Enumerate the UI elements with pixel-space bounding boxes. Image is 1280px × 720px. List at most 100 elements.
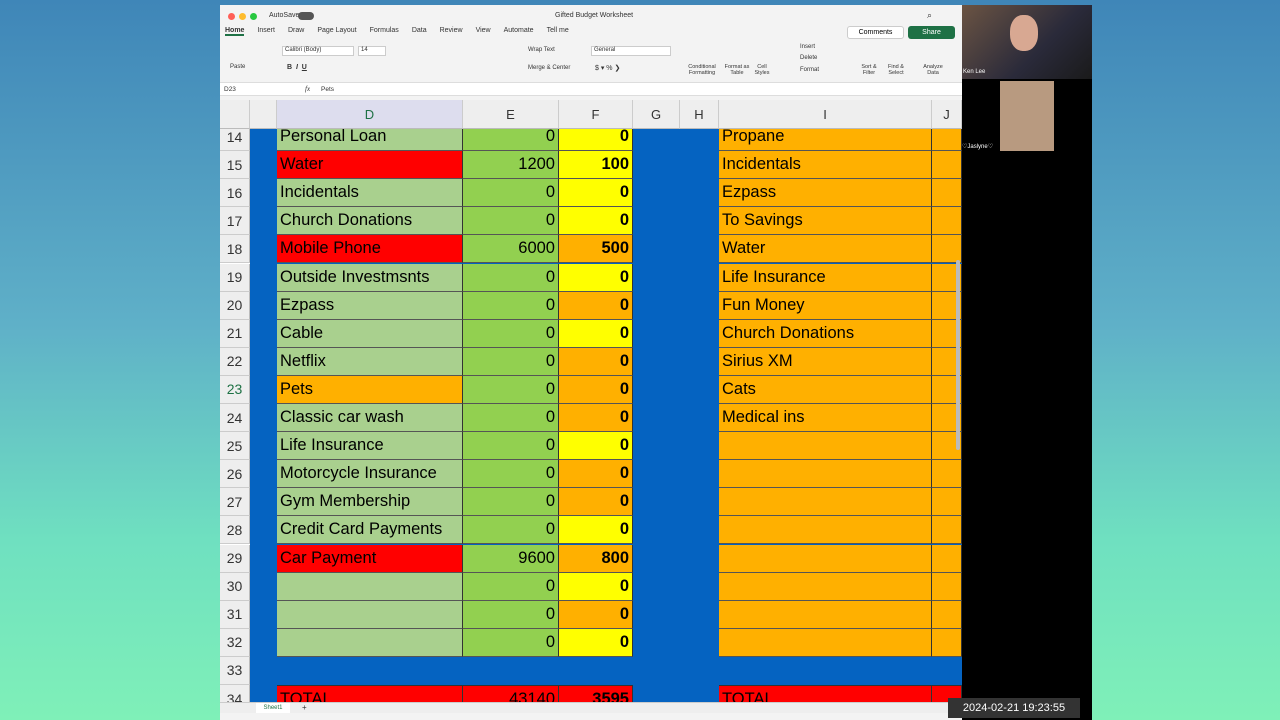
row-header[interactable]: 27 <box>220 488 250 517</box>
category-cell[interactable]: Ezpass <box>719 179 932 208</box>
annual-amount-cell[interactable]: 0 <box>463 319 559 348</box>
annual-amount-cell[interactable]: 0 <box>463 207 559 236</box>
column-header-c[interactable] <box>250 100 277 129</box>
formula-input[interactable]: Pets <box>321 86 334 93</box>
category-cell[interactable] <box>719 572 932 601</box>
category-cell[interactable]: Medical ins <box>719 404 932 433</box>
format-cells-button[interactable]: Format <box>800 67 819 73</box>
monthly-amount-cell[interactable]: 0 <box>559 600 633 629</box>
monthly-amount-cell[interactable]: 0 <box>559 516 633 545</box>
annual-amount-cell[interactable]: 0 <box>463 516 559 545</box>
merge-center-button[interactable]: Merge & Center <box>528 65 570 71</box>
row-header[interactable]: 30 <box>220 572 250 601</box>
font-name-select[interactable]: Calibri (Body) <box>282 46 354 56</box>
expense-name-cell[interactable]: Church Donations <box>277 207 463 236</box>
wrap-text-button[interactable]: Wrap Text <box>528 47 555 53</box>
monthly-amount-cell[interactable]: 0 <box>559 291 633 320</box>
row-header[interactable]: 31 <box>220 600 250 629</box>
tab-automate[interactable]: Automate <box>504 27 534 36</box>
annual-amount-cell[interactable]: 0 <box>463 488 559 517</box>
annual-amount-cell[interactable]: 1200 <box>463 151 559 180</box>
category-cell[interactable] <box>719 432 932 461</box>
row-header[interactable]: 29 <box>220 544 250 573</box>
tab-view[interactable]: View <box>476 27 491 36</box>
expense-name-cell[interactable]: Water <box>277 151 463 180</box>
select-all-corner[interactable] <box>220 100 250 129</box>
row-header[interactable]: 25 <box>220 432 250 461</box>
expense-name-cell[interactable] <box>277 600 463 629</box>
row-header[interactable]: 24 <box>220 404 250 433</box>
total-annual-cell[interactable]: 43140 <box>463 685 559 702</box>
expense-name-cell[interactable]: Cable <box>277 319 463 348</box>
monthly-amount-cell[interactable]: 0 <box>559 572 633 601</box>
category-cell[interactable] <box>719 628 932 657</box>
tab-formulas[interactable]: Formulas <box>370 27 399 36</box>
annual-amount-cell[interactable]: 6000 <box>463 235 559 264</box>
cell-styles-button[interactable]: Cell Styles <box>752 64 772 76</box>
category-cell[interactable] <box>719 516 932 545</box>
expense-name-cell[interactable]: Incidentals <box>277 179 463 208</box>
monthly-amount-cell[interactable]: 800 <box>559 544 633 573</box>
expense-name-cell[interactable]: Netflix <box>277 347 463 376</box>
monthly-amount-cell[interactable]: 0 <box>559 628 633 657</box>
delete-cells-button[interactable]: Delete <box>800 55 817 61</box>
category-cell[interactable]: Water <box>719 235 932 264</box>
column-header-i[interactable]: I <box>719 100 932 129</box>
annual-amount-cell[interactable]: 0 <box>463 628 559 657</box>
expense-name-cell[interactable]: Life Insurance <box>277 432 463 461</box>
name-box[interactable]: D23 <box>224 86 236 93</box>
category-cell[interactable]: Life Insurance <box>719 263 932 292</box>
annual-amount-cell[interactable]: 0 <box>463 179 559 208</box>
expense-name-cell[interactable]: Outside Investmsnts <box>277 263 463 292</box>
expense-name-cell[interactable]: Ezpass <box>277 291 463 320</box>
maximize-window-button[interactable] <box>250 13 257 20</box>
tab-draw[interactable]: Draw <box>288 27 304 36</box>
monthly-amount-cell[interactable]: 0 <box>559 179 633 208</box>
monthly-amount-cell[interactable]: 500 <box>559 235 633 264</box>
column-j-cell[interactable] <box>932 179 962 208</box>
row-header[interactable]: 23 <box>220 375 250 404</box>
column-header-d[interactable]: D <box>277 100 463 129</box>
monthly-amount-cell[interactable]: 0 <box>559 460 633 489</box>
conditional-formatting-button[interactable]: Conditional Formatting <box>685 64 719 76</box>
column-j-cell[interactable] <box>932 628 962 657</box>
category-cell[interactable]: Church Donations <box>719 319 932 348</box>
paste-button[interactable]: Paste <box>230 64 245 70</box>
expense-name-cell[interactable]: Car Payment <box>277 544 463 573</box>
autosave-toggle[interactable] <box>298 12 314 20</box>
expense-name-cell[interactable] <box>277 628 463 657</box>
row-header[interactable]: 18 <box>220 235 250 264</box>
find-select-button[interactable]: Find & Select <box>885 64 907 76</box>
row-header[interactable]: 17 <box>220 207 250 236</box>
sort-filter-button[interactable]: Sort & Filter <box>858 64 880 76</box>
column-j-cell[interactable] <box>932 544 962 573</box>
annual-amount-cell[interactable]: 0 <box>463 347 559 376</box>
column-j-cell[interactable] <box>932 151 962 180</box>
total-label-cell[interactable]: TOTAL <box>277 685 463 702</box>
row-header[interactable]: 32 <box>220 628 250 657</box>
insert-cells-button[interactable]: Insert <box>800 44 815 50</box>
row-header[interactable]: 26 <box>220 460 250 489</box>
column-j-cell[interactable] <box>932 488 962 517</box>
column-j-cell[interactable] <box>932 207 962 236</box>
expense-name-cell[interactable] <box>277 572 463 601</box>
expense-name-cell[interactable]: Gym Membership <box>277 488 463 517</box>
monthly-amount-cell[interactable]: 0 <box>559 488 633 517</box>
tab-tell-me[interactable]: Tell me <box>547 27 569 36</box>
row-header[interactable]: 19 <box>220 263 250 292</box>
annual-amount-cell[interactable]: 0 <box>463 572 559 601</box>
annual-amount-cell[interactable]: 0 <box>463 404 559 433</box>
row-header[interactable]: 20 <box>220 291 250 320</box>
category-cell[interactable] <box>719 488 932 517</box>
close-window-button[interactable] <box>228 13 235 20</box>
tab-page-layout[interactable]: Page Layout <box>317 27 356 36</box>
category-cell[interactable] <box>719 600 932 629</box>
row-header[interactable]: 33 <box>220 656 250 685</box>
row-header[interactable]: 16 <box>220 179 250 208</box>
monthly-amount-cell[interactable]: 100 <box>559 151 633 180</box>
tab-data[interactable]: Data <box>412 27 427 36</box>
column-j-cell[interactable] <box>932 600 962 629</box>
monthly-amount-cell[interactable]: 0 <box>559 375 633 404</box>
currency-button[interactable]: $ ▾ % ❯ <box>595 64 620 72</box>
row-header[interactable]: 22 <box>220 347 250 376</box>
